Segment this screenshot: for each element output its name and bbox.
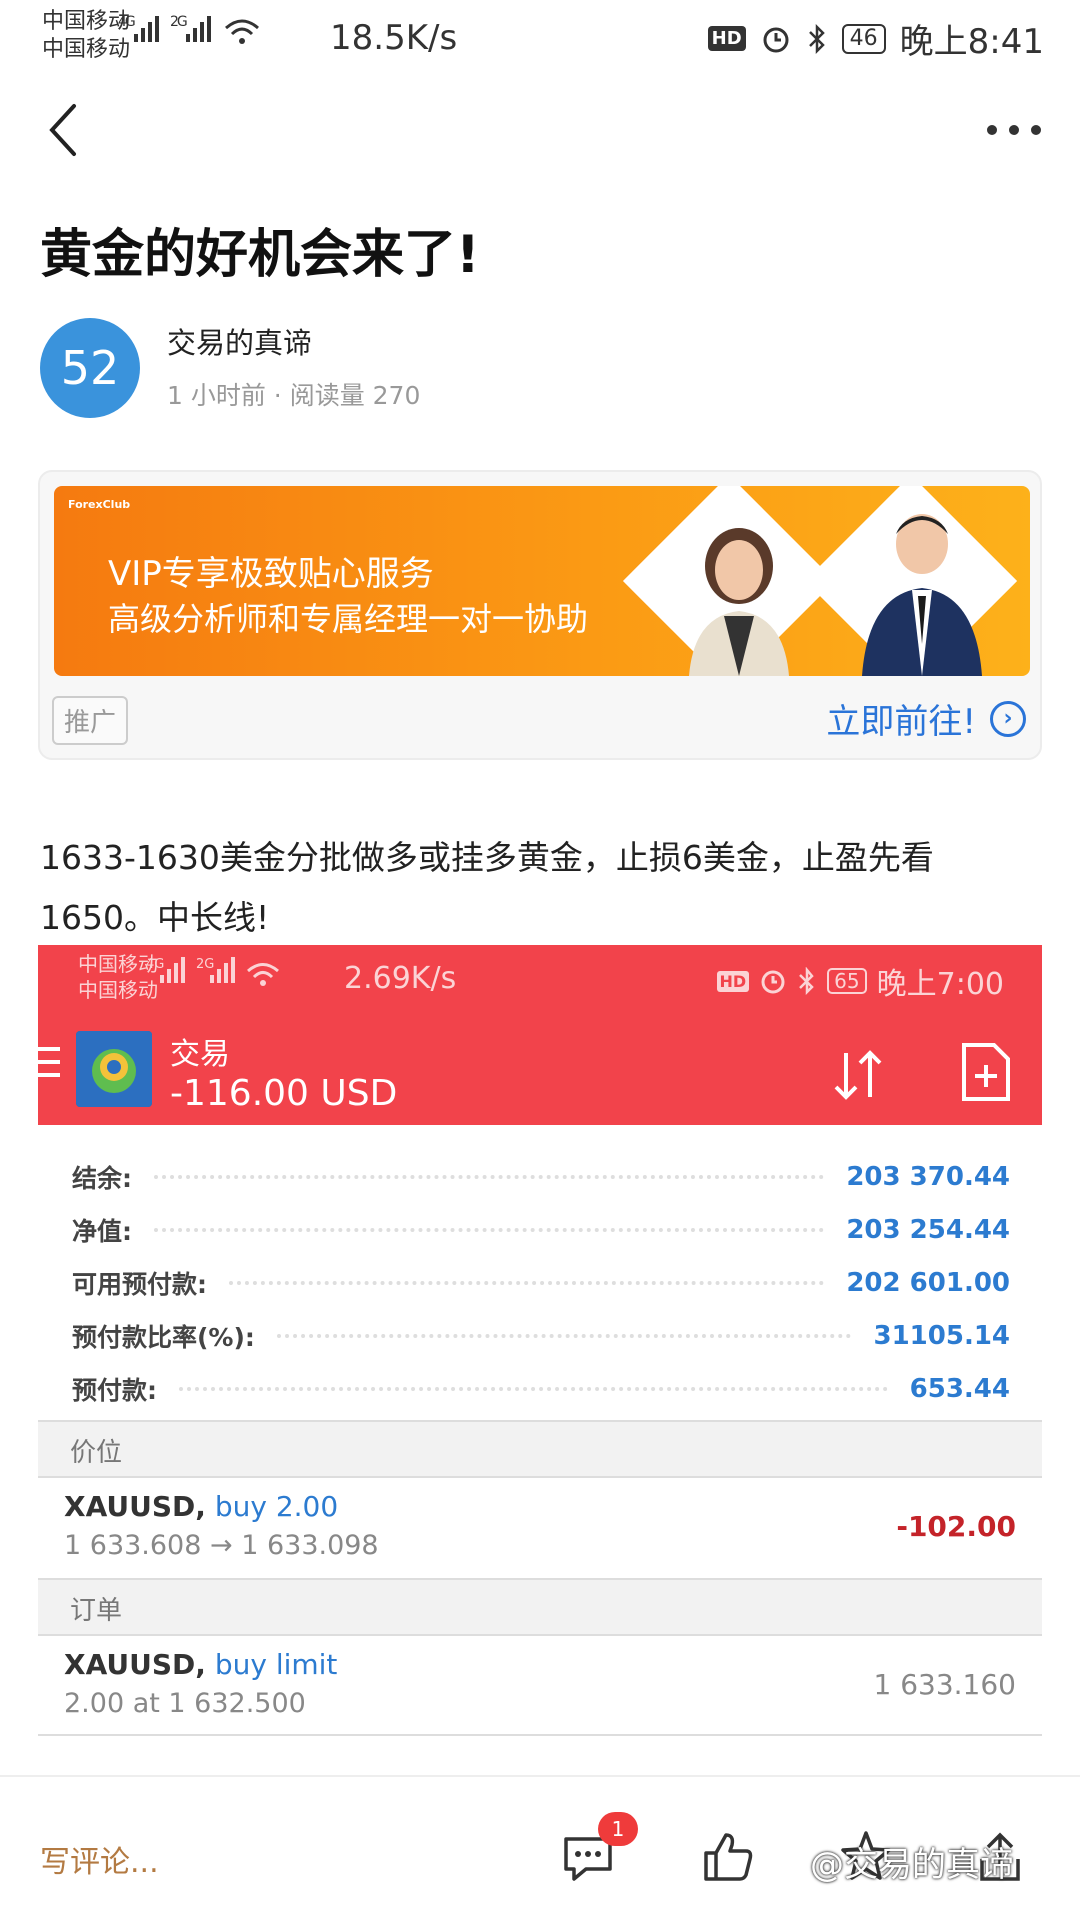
order-price: 1 633.160 xyxy=(873,1668,1016,1701)
status-bar: 中国移动 中国移动 4G 2G 18.5K/s HD 46 晚上8:41 xyxy=(0,0,1080,80)
mt-carrier-2: 中国移动 xyxy=(78,978,158,1002)
account-label: 净值: xyxy=(72,1216,132,1246)
network-type-2: 2G xyxy=(170,14,188,30)
mt-signal-icon xyxy=(160,957,185,983)
network-speed: 18.5K/s xyxy=(330,18,458,58)
account-row: 净值: 203 254.44 xyxy=(38,1203,1042,1256)
positions-section-header: 价位 xyxy=(38,1420,1042,1478)
dotted-leader xyxy=(179,1386,888,1391)
ad-headline: VIP专享极致贴心服务 xyxy=(108,554,434,594)
more-options-icon[interactable] xyxy=(984,110,1044,150)
account-value: 203 254.44 xyxy=(846,1214,1010,1245)
new-order-icon xyxy=(962,1043,1010,1101)
mt-screen-title: 交易 xyxy=(170,1037,230,1072)
account-value: 653.44 xyxy=(909,1373,1010,1404)
mt-network-speed: 2.69K/s xyxy=(344,961,457,996)
clock: 晚上8:41 xyxy=(899,22,1044,62)
dotted-leader xyxy=(229,1280,825,1285)
alarm-icon xyxy=(763,27,789,52)
mt-signal-icon-2 xyxy=(210,957,235,983)
like-icon[interactable] xyxy=(700,1829,756,1885)
carrier-1: 中国移动 xyxy=(42,9,131,34)
article-body: 1633-1630美金分批做多或挂多黄金，止损6美金，止盈先看1650。中长线! xyxy=(40,838,934,937)
signal-icon-2 xyxy=(186,16,211,42)
embedded-trading-screenshot: 中国移动 中国移动 4G 2G 2.69K/s HD 65 晚上7:00 交易 … xyxy=(38,945,1042,1775)
signal-icon xyxy=(134,16,159,42)
forexclub-logo: ForexClub xyxy=(68,498,131,511)
author-avatar[interactable]: 52 xyxy=(40,318,140,418)
dotted-leader xyxy=(154,1227,825,1232)
comment-input[interactable]: 写评论... xyxy=(40,1837,159,1881)
account-row: 可用预付款: 202 601.00 xyxy=(38,1256,1042,1309)
mt-floating-pnl: -116.00 USD xyxy=(170,1073,398,1114)
article-meta: 1 小时前 · 阅读量 270 xyxy=(167,381,421,410)
mt-clock: 晚上7:00 xyxy=(876,967,1004,1002)
mt-battery-icon: 65 xyxy=(827,968,867,994)
order-symbol: XAUUSD, xyxy=(64,1648,206,1681)
account-label: 可用预付款: xyxy=(72,1269,207,1299)
back-arrow-icon[interactable] xyxy=(40,100,90,160)
order-direction: buy limit xyxy=(214,1648,338,1681)
order-row: XAUUSD, buy limit 2.00 at 1 632.500 1 63… xyxy=(38,1636,1042,1736)
orders-section-header: 订单 xyxy=(38,1578,1042,1636)
ad-card[interactable]: ForexClub VIP专享极致贴心服务 高级分析师和专属经理一对一协助 推广… xyxy=(38,470,1042,760)
wifi-icon xyxy=(225,19,259,44)
status-right: HD 46 晚上8:41 xyxy=(707,14,1044,63)
mt-hd-icon: HD xyxy=(716,970,750,992)
account-label: 预付款: xyxy=(72,1375,157,1405)
dotted-leader xyxy=(154,1174,825,1179)
ad-cta-label: 立即前往! xyxy=(826,702,976,742)
account-label: 结余: xyxy=(72,1163,132,1193)
order-detail: 2.00 at 1 632.500 xyxy=(64,1688,306,1719)
mt-header: 中国移动 中国移动 4G 2G 2.69K/s HD 65 晚上7:00 交易 … xyxy=(38,945,1042,1125)
order-title: XAUUSD, buy limit xyxy=(64,1648,337,1681)
dotted-leader xyxy=(276,1333,852,1338)
mt-status-right: HD 65 晚上7:00 xyxy=(716,959,1004,1003)
network-type-1: 4G xyxy=(118,14,136,30)
ad-sponsored-tag: 推广 xyxy=(52,696,129,745)
ad-woman-image xyxy=(689,528,789,676)
ad-subheadline: 高级分析师和专属经理一对一协助 xyxy=(108,600,589,638)
comment-count-badge: 1 xyxy=(598,1812,638,1846)
bottom-action-bar: 写评论... 1 @交易的真谛 xyxy=(0,1775,1080,1920)
position-symbol: XAUUSD, xyxy=(64,1490,206,1523)
account-value: 31105.14 xyxy=(873,1320,1010,1351)
account-label: 预付款比率(%): xyxy=(72,1322,255,1352)
battery-icon: 46 xyxy=(841,23,886,54)
account-value: 203 370.44 xyxy=(846,1161,1010,1192)
carrier-labels: 中国移动 中国移动 xyxy=(42,8,130,64)
mt-bluetooth-icon xyxy=(799,967,814,995)
metatrader-logo-icon xyxy=(76,1031,152,1107)
hd-icon: HD xyxy=(707,26,746,51)
position-profit: -102.00 xyxy=(896,1510,1016,1543)
sort-arrows-icon xyxy=(834,1050,882,1100)
mt-wifi-icon xyxy=(247,963,279,986)
mt-alarm-icon xyxy=(761,970,785,994)
position-title: XAUUSD, buy 2.00 xyxy=(64,1490,338,1523)
account-row: 结余: 203 370.44 xyxy=(38,1150,1042,1203)
account-value: 202 601.00 xyxy=(846,1267,1010,1298)
account-row: 预付款: 653.44 xyxy=(38,1362,1042,1415)
account-summary: 结余: 203 370.44 净值: 203 254.44 可用预付款: 202… xyxy=(38,1150,1042,1415)
bluetooth-icon xyxy=(808,23,825,54)
ad-man-image xyxy=(862,514,982,676)
account-row: 预付款比率(%): 31105.14 xyxy=(38,1309,1042,1362)
position-row: XAUUSD, buy 2.00 1 633.608 → 1 633.098 -… xyxy=(38,1478,1042,1578)
ad-cta-button[interactable]: 立即前往! › xyxy=(826,694,1026,743)
author-watermark: @交易的真谛 xyxy=(810,1845,1014,1885)
ad-banner[interactable]: ForexClub VIP专享极致贴心服务 高级分析师和专属经理一对一协助 xyxy=(54,486,1030,676)
position-direction: buy 2.00 xyxy=(214,1490,339,1523)
hamburger-menu-icon xyxy=(38,1047,60,1077)
author-name[interactable]: 交易的真谛 xyxy=(167,320,312,362)
chevron-right-circle-icon: › xyxy=(990,700,1026,737)
carrier-2: 中国移动 xyxy=(42,37,131,62)
article-title: 黄金的好机会来了! xyxy=(40,225,480,285)
position-prices: 1 633.608 → 1 633.098 xyxy=(64,1530,379,1561)
